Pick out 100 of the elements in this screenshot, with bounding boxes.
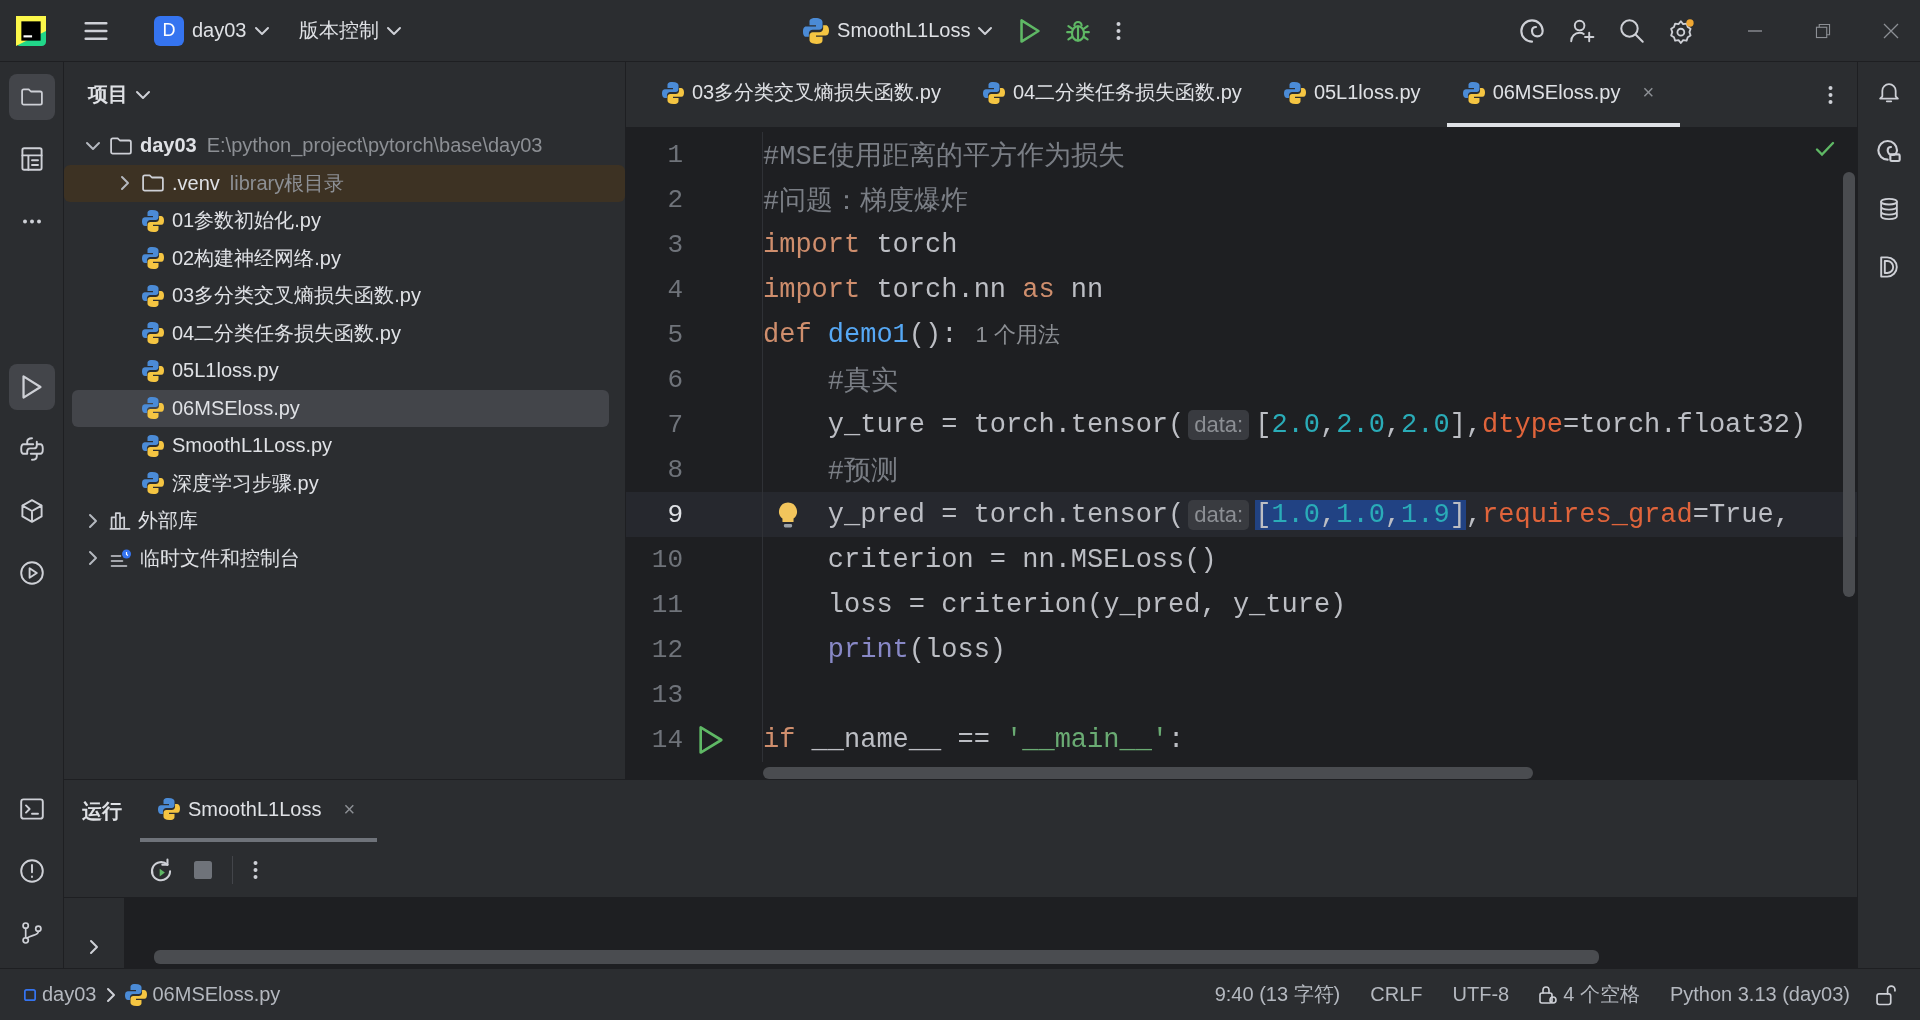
tree-item[interactable]: 04二分类任务损失函数.py [72,314,609,352]
project-selector[interactable]: D day03 [144,9,279,52]
folder-note: library根目录 [229,170,345,196]
tree-item[interactable]: SmoothL1Loss.py [72,427,609,465]
editor-tab[interactable]: 03多分类交叉熵损失函数.py [646,62,967,127]
code-text: loss = criterion(y_pred, y_ture) [827,589,1347,620]
lightbulb-icon[interactable] [779,502,797,528]
structure-icon [20,147,43,171]
vcs-menu[interactable]: 版本控制 [288,11,411,50]
code-text: criterion = nn.MSELoss() [827,544,1217,575]
code-text: #MSE使用距离的平方作为损失 [763,140,1125,173]
line-number: 6 [666,364,683,395]
editor-tab[interactable]: 06MSEloss.py × [1446,62,1681,127]
python-icon [1283,81,1306,104]
line-number: 14 [650,724,683,755]
rerun-icon [150,858,172,881]
line-separator[interactable]: CRLF [1358,979,1435,1010]
code-text: import torch [763,229,958,260]
vertical-scrollbar[interactable] [1843,172,1855,597]
line-number: 7 [666,409,683,440]
inlay-hint: data: [1188,409,1250,440]
code-text: print(loss) [827,634,1007,665]
chevron-down-icon [386,26,401,35]
tree-item[interactable]: 03多分类交叉熵损失函数.py [72,277,609,315]
chevron-right-icon [121,176,129,191]
code-text: ,requires_grad=True, [1465,499,1790,530]
python-icon [982,81,1005,104]
interpreter-selector[interactable]: Python 3.13 (day03) [1657,979,1862,1010]
tree-item[interactable]: 临时文件和控制台 [72,539,609,577]
python-icon [142,472,164,495]
run-tool-button[interactable] [8,364,55,410]
restore-icon [1816,23,1830,38]
tree-item[interactable]: 02构建神经网络.py [72,239,609,277]
tree-item-label: 06MSEloss.py [172,396,300,420]
warning-circle-icon [19,859,44,883]
expand-icon [90,940,98,954]
cube-icon [20,499,43,523]
settings-icon [1670,18,1694,43]
editor-tab[interactable]: 05L1loss.py [1267,62,1447,127]
chevron-down-icon [978,26,993,35]
user-plus-icon [1570,18,1594,43]
breadcrumb-item[interactable]: day03 [20,979,101,1010]
play-icon [21,375,42,399]
file-encoding[interactable]: UTF-8 [1440,979,1522,1010]
line-number: 9 [666,499,683,530]
line-number: 2 [666,184,683,215]
d-shape-icon [1880,256,1898,278]
run-config-selector[interactable]: SmoothL1Loss [793,11,1003,50]
indent-setting[interactable]: 4 个空格 [1527,977,1652,1012]
folder-icon [20,88,43,106]
line-number: 3 [666,229,683,260]
code-text: def demo1(): [763,319,958,350]
bell-icon [1879,82,1899,104]
spiral-chat-icon [1877,139,1901,163]
code-text: y_pred = torch.tensor( [827,499,1185,530]
line-number: 4 [666,274,683,305]
play-icon [1020,18,1041,43]
run-gutter-icon[interactable] [699,725,723,754]
tree-item[interactable]: 深度学习步骤.py [72,464,609,502]
tree-item[interactable]: 外部库 [72,502,609,540]
line-number: 5 [666,319,683,350]
editor-tab[interactable]: 04二分类任务损失函数.py [966,62,1268,127]
search-icon [1620,18,1644,43]
app-logo-icon [16,15,46,46]
more-icon [1828,84,1833,105]
project-tool-button[interactable] [8,74,55,120]
horizontal-scrollbar[interactable] [154,950,1599,964]
tree-item[interactable]: .venv library根目录 [64,164,625,202]
more-icon [253,859,258,880]
chevron-down-icon [254,26,269,35]
tree-item[interactable]: 05L1loss.py [72,352,609,390]
more-icon [1116,20,1122,41]
library-icon [110,511,130,530]
python-icon [662,81,684,104]
tree-item[interactable]: 06MSEloss.py [72,389,609,427]
tree-item[interactable]: day03 E:\python_project\pytorch\base\day03 [72,127,609,165]
python-icon [142,434,164,457]
python-icon [142,209,164,232]
code-text: [2.0,2.0,2.0],dtype=torch.float32) [1255,409,1807,440]
tree-item[interactable]: 01参数初始化.py [72,202,609,240]
tree-item-label: 外部库 [138,508,198,534]
python-icon [1462,81,1485,104]
chevron-right-icon [106,987,115,1002]
code-text: import torch.nn as nn [763,274,1104,305]
check-icon [1815,142,1835,156]
run-tab[interactable]: SmoothL1Loss × [140,780,378,842]
code-text: if __name__ == '__main__': [763,724,1185,755]
horizontal-scrollbar[interactable] [763,767,1533,779]
usage-hint[interactable]: 1 个用法 [975,319,1060,350]
line-number: 12 [650,634,683,665]
chevron-down-icon [86,141,100,150]
module-icon [24,988,36,1001]
python-icon [142,247,164,270]
line-number: 10 [650,544,683,575]
project-view-selector[interactable]: 项目 [82,80,156,109]
caret-position[interactable]: 9:40 (13 字符) [1202,977,1353,1012]
python-icon [142,359,164,382]
menu-icon [84,21,108,40]
chevron-down-icon [136,90,150,99]
breadcrumb-item[interactable]: 06MSEloss.py [120,979,285,1010]
